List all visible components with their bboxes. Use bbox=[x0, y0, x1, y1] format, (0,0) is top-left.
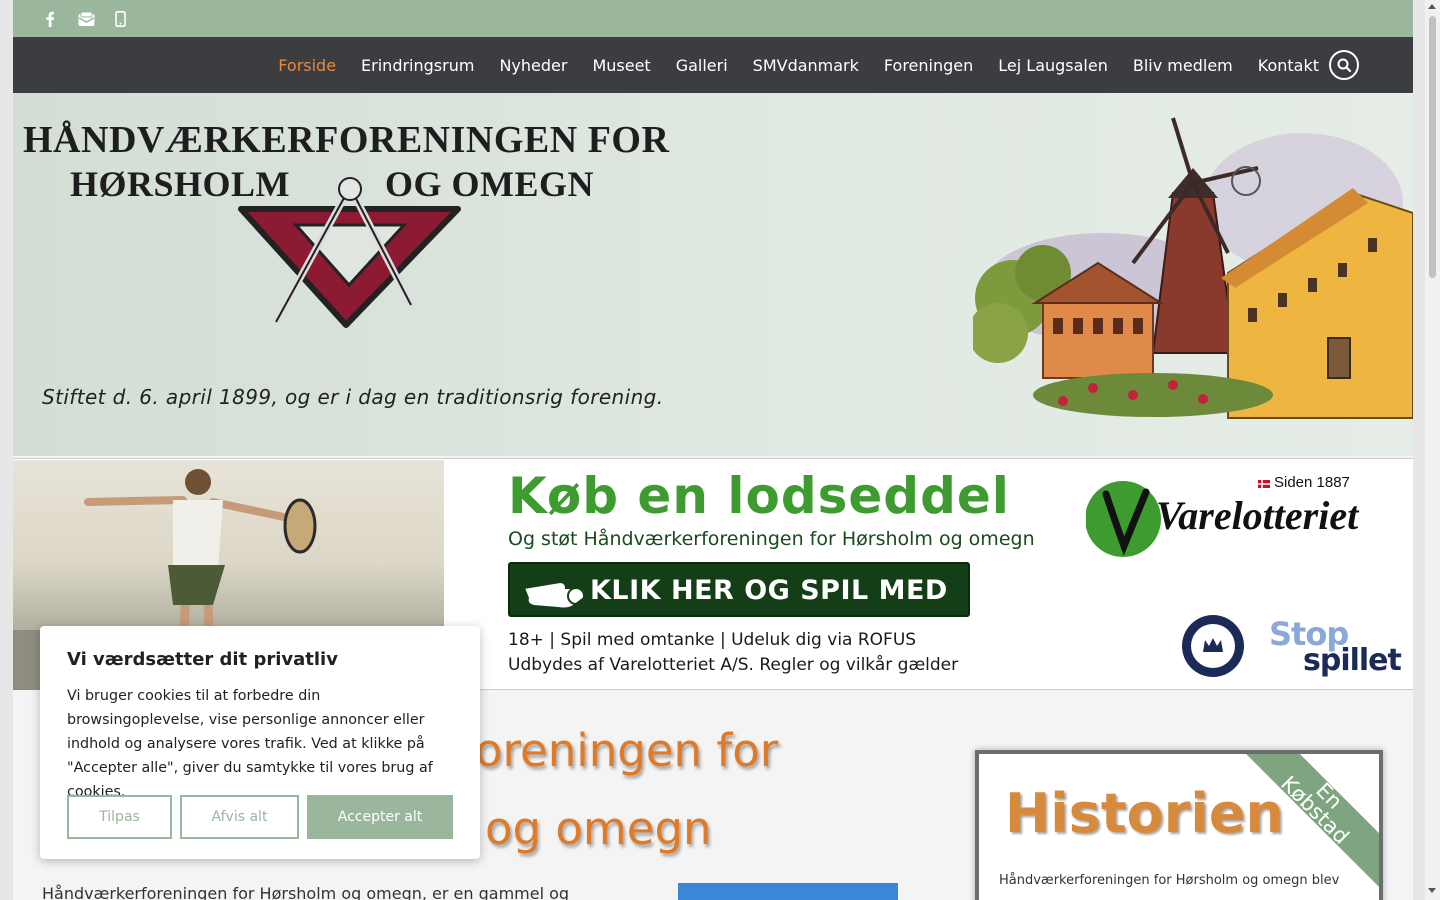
main-navigation: Forside Erindringsrum Nyheder Museet Gal… bbox=[13, 37, 1413, 93]
nav-item-erindringsrum[interactable]: Erindringsrum bbox=[361, 56, 474, 75]
cookie-reject-button[interactable]: Afvis alt bbox=[180, 795, 299, 839]
varelotteriet-logo: Siden 1887 Varelotteriet bbox=[1085, 474, 1396, 564]
social-top-bar bbox=[13, 0, 1413, 37]
windmill-building-illustration bbox=[973, 117, 1413, 419]
banner-disclaimer-1: 18+ | Spil med omtanke | Udeluk dig via … bbox=[508, 630, 917, 650]
scroll-down-arrow-icon[interactable] bbox=[1428, 888, 1436, 893]
site-header: HÅNDVÆRKERFORENINGEN FOR HØRSHOLM OG OME… bbox=[13, 93, 1413, 456]
scroll-up-arrow-icon[interactable] bbox=[1428, 4, 1436, 9]
stop-spillet-line2: spillet bbox=[1303, 643, 1402, 678]
compass-square-emblem-icon bbox=[238, 177, 461, 328]
historien-text: Håndværkerforeningen for Hørsholm og ome… bbox=[999, 873, 1340, 888]
blue-action-button[interactable] bbox=[678, 883, 898, 900]
page-scrollbar[interactable] bbox=[1425, 0, 1440, 900]
nav-item-bliv-medlem[interactable]: Bliv medlem bbox=[1133, 56, 1233, 75]
cookie-body: Vi bruger cookies til at forbedre din br… bbox=[67, 688, 433, 800]
pointing-hand-icon bbox=[522, 580, 587, 610]
phone-icon[interactable] bbox=[110, 9, 130, 29]
intro-paragraph: Håndværkerforeningen for Hørsholm og ome… bbox=[42, 884, 570, 900]
scrollbar-thumb[interactable] bbox=[1429, 16, 1436, 278]
nav-item-museet[interactable]: Museet bbox=[592, 56, 650, 75]
main-title-line-1: oreningen for bbox=[475, 724, 779, 777]
main-title-line-2: og omegn bbox=[485, 802, 712, 855]
banner-disclaimer-2: Udbydes af Varelotteriet A/S. Regler og … bbox=[508, 655, 959, 675]
banner-title: Køb en lodseddel bbox=[508, 467, 1010, 525]
page: Forside Erindringsrum Nyheder Museet Gal… bbox=[13, 0, 1413, 900]
nav-item-forside[interactable]: Forside bbox=[278, 56, 336, 75]
nav-item-foreningen[interactable]: Foreningen bbox=[884, 56, 973, 75]
nav-item-nyheder[interactable]: Nyheder bbox=[499, 56, 567, 75]
cookie-customize-button[interactable]: Tilpas bbox=[67, 795, 172, 839]
banner-cta-label: KLIK HER OG SPIL MED bbox=[590, 575, 948, 606]
search-button[interactable] bbox=[1329, 50, 1359, 80]
nav-item-galleri[interactable]: Galleri bbox=[676, 56, 728, 75]
ribbon-line-2: Købstad bbox=[1276, 771, 1354, 849]
varelotteriet-since: Siden 1887 bbox=[1274, 474, 1350, 491]
cookie-accept-button[interactable]: Accepter alt bbox=[307, 795, 453, 839]
historien-heading: Historien bbox=[1005, 782, 1284, 845]
license-seal-icon bbox=[1182, 615, 1244, 677]
header-tagline: Stiftet d. 6. april 1899, og er i dag en… bbox=[42, 385, 664, 409]
facebook-icon[interactable] bbox=[40, 9, 60, 29]
logo-line-1: HÅNDVÆRKERFORENINGEN FOR bbox=[23, 119, 670, 161]
banner-cta-button[interactable]: KLIK HER OG SPIL MED bbox=[508, 562, 970, 617]
banner-subtitle: Og støt Håndværkerforeningen for Hørshol… bbox=[508, 528, 1035, 550]
email-icon[interactable] bbox=[76, 9, 96, 29]
historien-box[interactable]: Historien En Købstad Håndværkerforeningen… bbox=[975, 750, 1383, 900]
nav-item-lej-laugsalen[interactable]: Lej Laugsalen bbox=[998, 56, 1108, 75]
varelotteriet-brand: Varelotteriet bbox=[1156, 493, 1359, 538]
search-icon bbox=[1337, 58, 1351, 72]
cookie-consent-dialog: Vi værdsætter dit privatliv Vi bruger co… bbox=[40, 626, 480, 859]
nav-item-kontakt[interactable]: Kontakt bbox=[1258, 56, 1319, 75]
cookie-title: Vi værdsætter dit privatliv bbox=[67, 649, 338, 670]
nav-item-smvdanmark[interactable]: SMVdanmark bbox=[753, 56, 859, 75]
